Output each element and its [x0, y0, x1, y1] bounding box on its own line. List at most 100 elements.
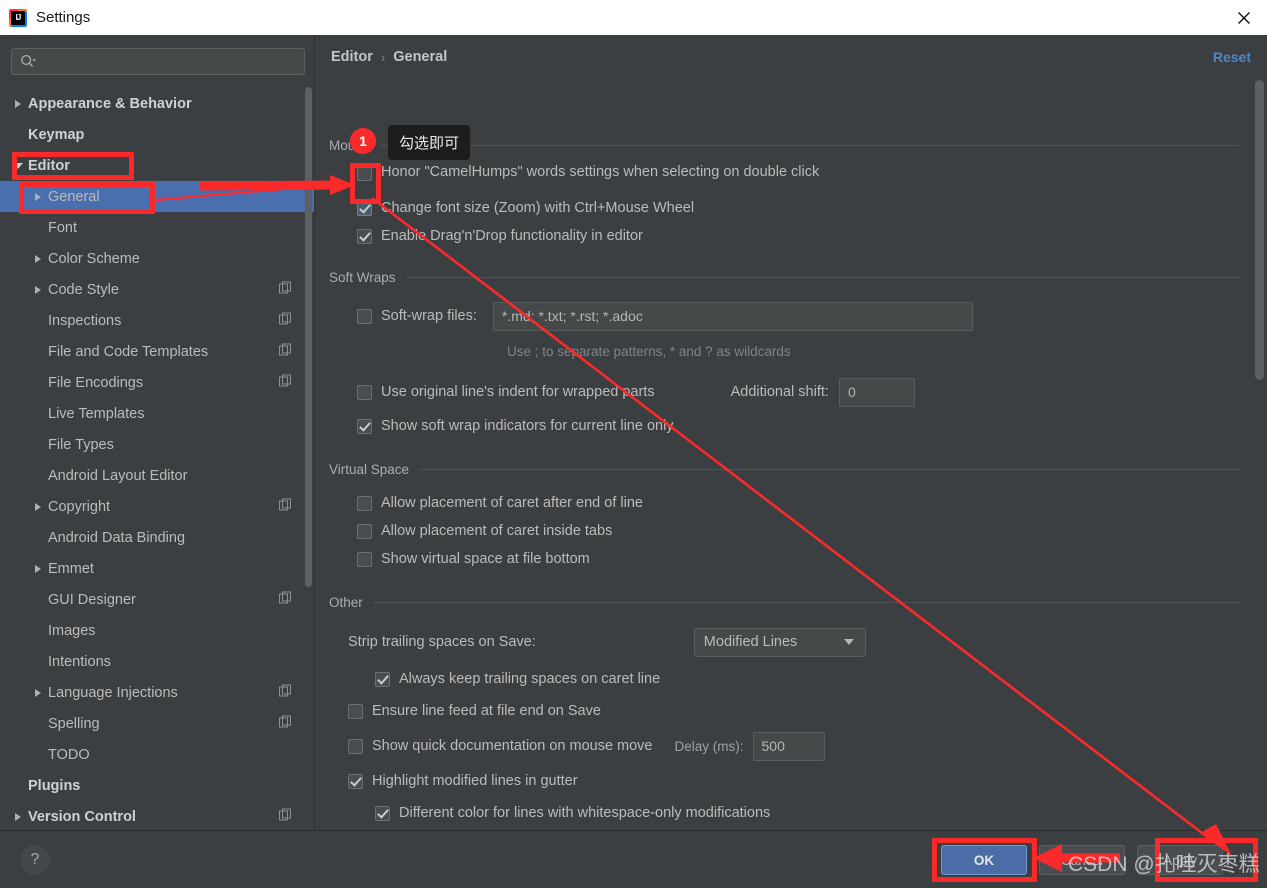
checkbox-honor-camelhumps[interactable]	[357, 166, 372, 181]
option-ensure-linefeed[interactable]: Ensure line feed at file end on Save	[348, 697, 1267, 725]
group-divider	[405, 277, 1239, 278]
breadcrumb-parent[interactable]: Editor	[331, 49, 373, 65]
cancel-button[interactable]: Cancel	[1039, 845, 1125, 875]
checkbox-caret-inside-tabs[interactable]	[357, 523, 372, 539]
option-soft-wrap-files[interactable]: Soft-wrap files:	[357, 301, 1267, 331]
copy-settings-icon[interactable]	[279, 374, 292, 391]
copy-settings-icon[interactable]	[279, 808, 292, 825]
chevron-right-icon[interactable]	[28, 502, 48, 511]
sidebar-item-todo[interactable]: TODO	[0, 739, 314, 770]
checkbox-quick-documentation[interactable]	[348, 738, 363, 754]
sidebar-item-general[interactable]: General	[0, 181, 314, 212]
sidebar-item-code-style[interactable]: Code Style	[0, 274, 314, 305]
soft-wrap-files-input[interactable]	[492, 301, 973, 331]
sidebar-item-version-control[interactable]: Version Control	[0, 801, 314, 830]
ok-button[interactable]: OK	[941, 845, 1027, 875]
sidebar-item-file-types[interactable]: File Types	[0, 429, 314, 460]
checkbox-always-keep-trailing[interactable]	[375, 671, 390, 687]
sidebar-item-color-scheme[interactable]: Color Scheme	[0, 243, 314, 274]
copy-settings-icon[interactable]	[279, 343, 292, 360]
sidebar-item-spelling[interactable]: Spelling	[0, 708, 314, 739]
label-soft-wrap-files: Soft-wrap files:	[381, 308, 477, 324]
chevron-right-icon[interactable]	[8, 99, 28, 108]
option-drag-n-drop[interactable]: Enable Drag'n'Drop functionality in edit…	[357, 222, 1267, 250]
checkbox-caret-after-eol[interactable]	[357, 495, 372, 511]
copy-settings-icon[interactable]	[279, 684, 292, 701]
sidebar-item-copyright[interactable]: Copyright	[0, 491, 314, 522]
option-different-color-whitespace[interactable]: Different color for lines with whitespac…	[375, 799, 1267, 827]
option-quick-documentation[interactable]: Show quick documentation on mouse move D…	[348, 731, 1267, 761]
search-input[interactable]	[37, 53, 304, 70]
delay-ms-input[interactable]	[752, 731, 825, 761]
option-show-soft-wrap-indicators[interactable]: Show soft wrap indicators for current li…	[357, 412, 1267, 440]
copy-settings-icon[interactable]	[279, 591, 292, 608]
sidebar-item-android-layout-editor[interactable]: Android Layout Editor	[0, 460, 314, 491]
chevron-right-icon[interactable]	[28, 688, 48, 697]
sidebar-item-editor[interactable]: Editor	[0, 150, 314, 181]
option-change-font-size[interactable]: Change font size (Zoom) with Ctrl+Mouse …	[357, 194, 1267, 222]
checkbox-different-color-whitespace[interactable]	[375, 805, 390, 821]
chevron-right-icon[interactable]	[8, 812, 28, 821]
sidebar-item-inspections[interactable]: Inspections	[0, 305, 314, 336]
checkbox-virtual-space-bottom[interactable]	[357, 551, 372, 567]
dialog-footer: ? OK Cancel Apply	[0, 830, 1267, 888]
option-label-drag-n-drop: Enable Drag'n'Drop functionality in edit…	[381, 228, 643, 244]
apply-button[interactable]: Apply	[1137, 845, 1223, 875]
sidebar-item-plugins[interactable]: Plugins	[0, 770, 314, 801]
checkbox-ensure-linefeed[interactable]	[348, 703, 363, 719]
chevron-right-icon[interactable]	[28, 285, 48, 294]
search-field[interactable]	[11, 48, 305, 75]
label-caret-after-eol: Allow placement of caret after end of li…	[381, 495, 643, 511]
chevron-right-icon[interactable]	[28, 192, 48, 201]
sidebar-item-label: TODO	[48, 746, 90, 763]
sidebar-item-appearance-behavior[interactable]: Appearance & Behavior	[0, 88, 314, 119]
help-icon[interactable]: ?	[20, 845, 50, 875]
soft-wrap-hint: Use ; to separate patterns, * and ? as w…	[507, 344, 791, 359]
chevron-right-icon[interactable]	[28, 564, 48, 573]
checkbox-drag-n-drop[interactable]	[357, 228, 372, 244]
close-icon[interactable]	[1221, 0, 1267, 35]
checkbox-use-original-indent[interactable]	[357, 384, 372, 400]
title-bar: IJ Settings	[0, 0, 1267, 35]
sidebar-scrollbar[interactable]	[305, 87, 312, 587]
copy-settings-icon[interactable]	[279, 715, 292, 732]
sidebar-item-label: General	[48, 188, 100, 205]
sidebar-item-label: Font	[48, 219, 78, 236]
sidebar-item-font[interactable]: Font	[0, 212, 314, 243]
content-scrollbar[interactable]	[1255, 80, 1264, 380]
copy-settings-icon[interactable]	[279, 281, 292, 298]
group-title-other: Other	[329, 595, 363, 610]
chevron-down-icon[interactable]	[8, 162, 28, 169]
sidebar-item-file-and-code-templates[interactable]: File and Code Templates	[0, 336, 314, 367]
sidebar-item-label: GUI Designer	[48, 591, 136, 608]
sidebar-item-emmet[interactable]: Emmet	[0, 553, 314, 584]
checkbox-soft-wrap-files[interactable]	[357, 308, 372, 324]
chevron-right-icon[interactable]	[28, 254, 48, 263]
label-caret-inside-tabs: Allow placement of caret inside tabs	[381, 523, 613, 539]
sidebar-item-intentions[interactable]: Intentions	[0, 646, 314, 677]
copy-settings-icon[interactable]	[279, 498, 292, 515]
sidebar-item-language-injections[interactable]: Language Injections	[0, 677, 314, 708]
option-highlight-modified-lines[interactable]: Highlight modified lines in gutter	[348, 767, 1267, 795]
group-header-other: Other	[329, 595, 1267, 610]
additional-shift-input[interactable]	[838, 377, 915, 407]
copy-settings-icon[interactable]	[279, 312, 292, 329]
sidebar-item-file-encodings[interactable]: File Encodings	[0, 367, 314, 398]
sidebar-item-gui-designer[interactable]: GUI Designer	[0, 584, 314, 615]
sidebar-item-keymap[interactable]: Keymap	[0, 119, 314, 150]
strip-trailing-spaces-select[interactable]: Modified Lines	[693, 627, 866, 657]
sidebar-item-images[interactable]: Images	[0, 615, 314, 646]
reset-link[interactable]: Reset	[1213, 49, 1251, 65]
option-virtual-space-bottom[interactable]: Show virtual space at file bottom	[357, 545, 1267, 573]
sidebar-item-android-data-binding[interactable]: Android Data Binding	[0, 522, 314, 553]
checkbox-show-soft-wrap-indicators[interactable]	[357, 418, 372, 434]
option-caret-after-eol[interactable]: Allow placement of caret after end of li…	[357, 489, 1267, 517]
option-caret-inside-tabs[interactable]: Allow placement of caret inside tabs	[357, 517, 1267, 545]
sidebar-item-label: Android Layout Editor	[48, 467, 188, 484]
checkbox-highlight-modified-lines[interactable]	[348, 773, 363, 789]
option-use-original-indent[interactable]: Use original line's indent for wrapped p…	[357, 377, 1267, 407]
option-honor-camelhumps[interactable]: Honor "CamelHumps" words settings when s…	[357, 162, 1267, 182]
option-always-keep-trailing[interactable]: Always keep trailing spaces on caret lin…	[375, 665, 1267, 693]
checkbox-change-font-size[interactable]	[357, 200, 372, 216]
sidebar-item-live-templates[interactable]: Live Templates	[0, 398, 314, 429]
